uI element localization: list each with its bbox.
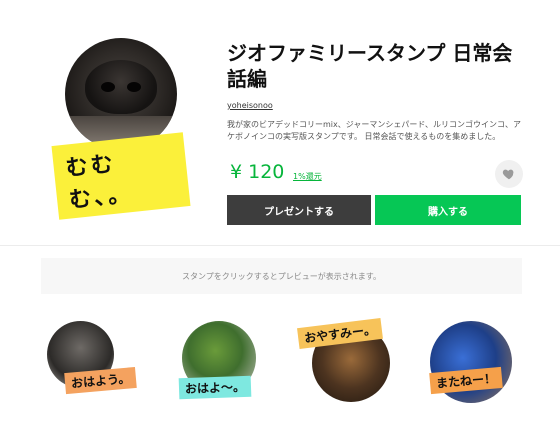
discount-link[interactable]: 1%還元 (293, 171, 322, 182)
like-button[interactable] (495, 160, 523, 188)
sticker-item[interactable]: おはよ〜。 (178, 318, 278, 400)
main-sticker-caption: むむむ、。 (51, 132, 191, 220)
buy-button[interactable]: 購入する (375, 195, 521, 225)
main-sticker-image: むむむ、。 (47, 38, 191, 220)
sticker-item[interactable]: またねー！ (428, 318, 528, 403)
section-divider (0, 245, 560, 246)
dog-nose-photo (65, 38, 177, 150)
gift-button[interactable]: プレゼントする (227, 195, 371, 225)
author-link[interactable]: yoheisonoo (227, 101, 273, 110)
product-description: 我が家のビアデッドコリーmix、ジャーマンシェパード、ルリコンゴウインコ、アケボ… (227, 120, 522, 141)
heart-icon (502, 169, 514, 180)
sticker-item[interactable]: おやすみー。 (297, 317, 408, 403)
sticker-caption: おはよ〜。 (178, 375, 252, 400)
product-title: ジオファミリースタンプ 日常会話編 (227, 41, 513, 91)
price: ¥ 120 (230, 161, 285, 183)
sticker-item[interactable]: おはよう。 (45, 318, 145, 398)
preview-hint: スタンプをクリックするとプレビューが表示されます。 (41, 258, 522, 294)
